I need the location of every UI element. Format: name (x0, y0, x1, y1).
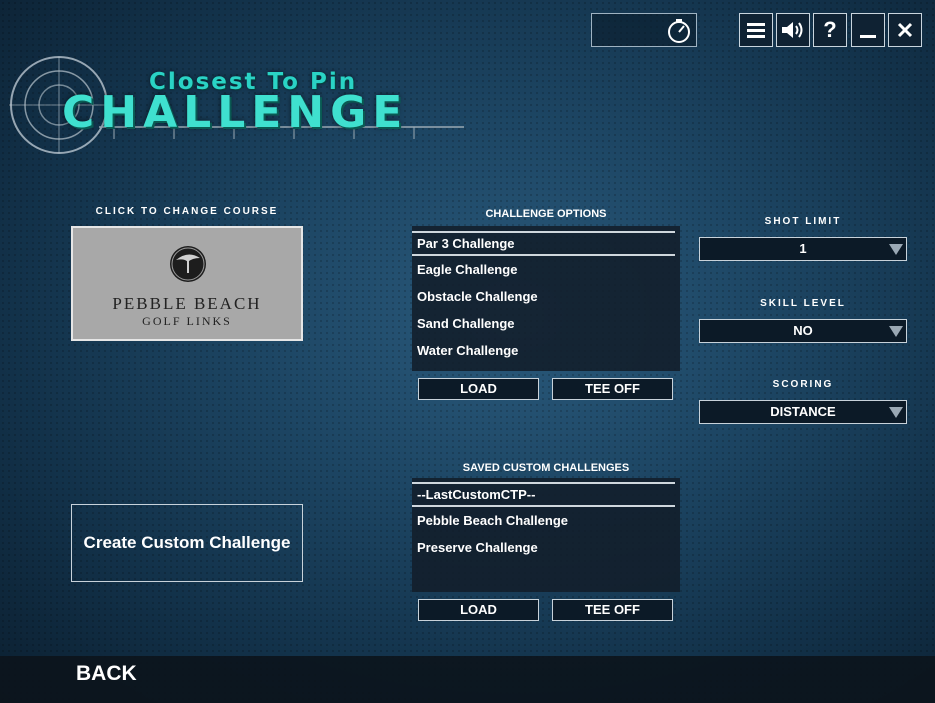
list-item[interactable]: Pebble Beach Challenge (412, 507, 680, 534)
saved-challenges-heading: SAVED CUSTOM CHALLENGES (462, 462, 630, 474)
chevron-down-icon (889, 326, 903, 337)
shot-limit-value: 1 (799, 241, 807, 256)
list-item[interactable]: Par 3 Challenge (412, 231, 675, 256)
list-item[interactable]: Eagle Challenge (412, 256, 680, 283)
challenge-options-heading: CHALLENGE OPTIONS (485, 208, 607, 220)
list-item[interactable]: Water Challenge (412, 337, 680, 364)
skill-level-value: NO (793, 323, 813, 338)
saved-load-button[interactable]: LOAD (418, 599, 539, 621)
saved-challenges-list: --LastCustomCTP-- Pebble Beach Challenge… (412, 478, 680, 592)
list-item[interactable]: Sand Challenge (412, 310, 680, 337)
scoring-value: DISTANCE (770, 404, 836, 419)
create-custom-challenge-button[interactable]: Create Custom Challenge (71, 504, 303, 582)
tee-off-button[interactable]: TEE OFF (552, 378, 673, 400)
menu-button[interactable] (739, 13, 773, 47)
list-item[interactable]: --LastCustomCTP-- (412, 482, 675, 507)
course-name: PEBBLE BEACH (112, 294, 262, 313)
scoring-dropdown[interactable]: DISTANCE (699, 400, 907, 424)
timer-display (591, 13, 697, 47)
bottom-bar (0, 656, 935, 703)
skill-level-label: SKILL LEVEL (760, 298, 846, 309)
help-button[interactable]: ? (813, 13, 847, 47)
skill-level-dropdown[interactable]: NO (699, 319, 907, 343)
shot-limit-dropdown[interactable]: 1 (699, 237, 907, 261)
chevron-down-icon (889, 407, 903, 418)
minimize-icon (860, 35, 876, 38)
back-button[interactable]: BACK (76, 662, 137, 686)
saved-tee-off-button[interactable]: TEE OFF (552, 599, 673, 621)
chevron-down-icon (889, 244, 903, 255)
question-icon: ? (823, 17, 837, 42)
course-selector[interactable]: PEBBLE BEACH GOLF LINKS (71, 226, 303, 341)
shot-limit-label: SHOT LIMIT (764, 216, 842, 227)
speaker-icon (782, 22, 803, 38)
challenge-options-list: Par 3 Challenge Eagle Challenge Obstacle… (412, 226, 680, 371)
logo-title-main: CHALLENGE (62, 87, 409, 138)
close-button[interactable] (888, 13, 922, 47)
cypress-tree-logo-icon (170, 246, 206, 282)
course-subname: GOLF LINKS (142, 314, 232, 328)
course-label: CLICK TO CHANGE COURSE (95, 206, 279, 217)
list-item[interactable]: Obstacle Challenge (412, 283, 680, 310)
menu-icon (747, 23, 765, 38)
stopwatch-icon (668, 19, 690, 43)
sound-button[interactable] (776, 13, 810, 47)
load-button[interactable]: LOAD (418, 378, 539, 400)
list-item[interactable]: Preserve Challenge (412, 534, 680, 561)
scoring-label: SCORING (772, 379, 834, 390)
minimize-button[interactable] (851, 13, 885, 47)
close-icon (897, 22, 913, 38)
game-logo: Closest To Pin CHALLENGE (4, 55, 474, 155)
